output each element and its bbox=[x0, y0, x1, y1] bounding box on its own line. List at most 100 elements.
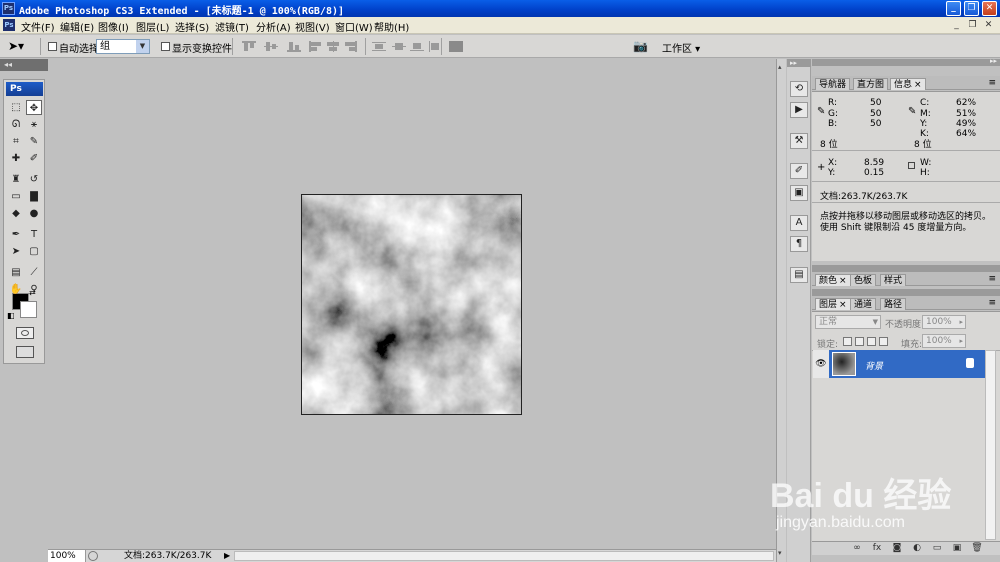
status-play-icon[interactable]: ▶ bbox=[224, 551, 230, 560]
opacity-field[interactable]: 100% ▸ bbox=[922, 315, 966, 329]
layers-scrollbar[interactable] bbox=[985, 350, 996, 540]
zoom-field[interactable]: 100% bbox=[48, 550, 86, 562]
type-tool[interactable]: T bbox=[26, 227, 42, 242]
add-mask-icon[interactable]: ◙ bbox=[890, 543, 904, 553]
tab-info[interactable]: 信息 × bbox=[890, 78, 926, 90]
align-hcenter-icon[interactable] bbox=[326, 41, 340, 52]
brushes-panel-icon[interactable]: ✐ bbox=[790, 163, 808, 179]
menu-help[interactable]: 帮助(H) bbox=[374, 19, 409, 34]
close-icon[interactable]: × bbox=[839, 300, 847, 310]
history-brush-tool[interactable]: ↺ bbox=[26, 172, 42, 187]
background-color-swatch[interactable] bbox=[20, 301, 37, 318]
dock-collapse-strip[interactable]: ▸▸ bbox=[787, 59, 811, 67]
fill-field[interactable]: 100% ▸ bbox=[922, 334, 966, 348]
menu-window[interactable]: 窗口(W) bbox=[335, 19, 373, 34]
eraser-tool[interactable]: ▭ bbox=[8, 189, 24, 204]
doc-close-button[interactable]: ✕ bbox=[982, 19, 995, 32]
color-panel-header[interactable] bbox=[812, 265, 1000, 272]
doc-minimize-button[interactable]: _ bbox=[950, 19, 963, 32]
doc-restore-button[interactable]: ❐ bbox=[966, 19, 979, 32]
close-icon[interactable]: × bbox=[839, 276, 847, 286]
lasso-tool[interactable]: ᘏ bbox=[8, 117, 24, 132]
menu-analysis[interactable]: 分析(A) bbox=[256, 19, 291, 34]
panel-menu-icon[interactable]: ≡ bbox=[988, 78, 996, 88]
tool-presets-icon[interactable]: ⚒ bbox=[790, 133, 808, 149]
document-canvas[interactable] bbox=[301, 194, 522, 415]
menu-file[interactable]: 文件(F) bbox=[21, 19, 55, 34]
path-selection-tool[interactable]: ➤ bbox=[8, 244, 24, 259]
eye-icon[interactable]: 👁 bbox=[813, 350, 829, 378]
eyedropper-icon[interactable]: ✎ bbox=[908, 106, 916, 117]
panel-menu-icon[interactable]: ≡ bbox=[988, 274, 996, 284]
lock-position-icon[interactable] bbox=[867, 337, 876, 346]
actions-panel-icon[interactable]: ▶ bbox=[790, 102, 808, 118]
tab-channels[interactable]: 通道 bbox=[850, 298, 877, 310]
photoshop-app-icon[interactable]: Ps bbox=[2, 2, 15, 15]
dodge-tool[interactable]: ● bbox=[26, 206, 42, 221]
slice-tool[interactable]: ✎ bbox=[26, 134, 42, 149]
toolbox-logo[interactable]: Ps bbox=[6, 82, 43, 96]
tab-styles[interactable]: 样式 bbox=[880, 274, 907, 286]
character-panel-icon[interactable]: A bbox=[790, 215, 808, 231]
tab-swatches[interactable]: 色板 bbox=[850, 274, 877, 286]
quick-mask-icon[interactable] bbox=[16, 327, 34, 339]
tab-navigator[interactable]: 导航器 bbox=[815, 78, 851, 90]
layers-panel-header[interactable] bbox=[812, 289, 1000, 296]
menu-layer[interactable]: 图层(L) bbox=[136, 19, 169, 34]
magic-wand-tool[interactable]: ⚹ bbox=[26, 117, 42, 132]
notes-tool[interactable]: ▤ bbox=[8, 265, 24, 280]
menu-image[interactable]: 图像(I) bbox=[98, 19, 129, 34]
status-menu-icon[interactable] bbox=[88, 551, 98, 561]
distribute-vcenter-icon[interactable] bbox=[392, 41, 406, 52]
lock-all-icon[interactable] bbox=[879, 337, 888, 346]
menu-select[interactable]: 选择(S) bbox=[175, 19, 209, 34]
screen-mode-icon[interactable] bbox=[16, 346, 34, 358]
align-vcenter-icon[interactable] bbox=[264, 41, 278, 52]
default-colors-icon[interactable]: ◧ bbox=[7, 311, 15, 320]
align-right-icon[interactable] bbox=[343, 41, 357, 52]
layer-comps-icon[interactable]: ▤ bbox=[790, 267, 808, 283]
align-top-icon[interactable] bbox=[242, 41, 256, 52]
navigator-panel-header[interactable]: ▸▸ bbox=[812, 57, 1000, 66]
move-tool-preset-icon[interactable]: ➤▾ bbox=[8, 39, 24, 53]
panel-menu-icon[interactable]: ≡ bbox=[988, 298, 996, 308]
layer-row-background[interactable]: 👁 背景 bbox=[813, 350, 985, 378]
layer-style-icon[interactable]: fx bbox=[870, 543, 884, 553]
move-tool[interactable]: ✥ bbox=[26, 100, 42, 115]
workspace-button[interactable]: 工作区 ▾ bbox=[662, 40, 700, 55]
align-bottom-icon[interactable] bbox=[287, 41, 301, 52]
hand-tool[interactable]: ✋ bbox=[8, 282, 24, 297]
lock-transparent-icon[interactable] bbox=[843, 337, 852, 346]
chevron-down-icon[interactable]: ▼ bbox=[136, 40, 149, 53]
horizontal-scrollbar[interactable] bbox=[234, 551, 774, 561]
distribute-left-icon[interactable] bbox=[428, 41, 442, 52]
document-icon[interactable]: Ps bbox=[3, 19, 15, 31]
zoom-tool[interactable]: ⚲ bbox=[26, 282, 42, 297]
crop-tool[interactable]: ⌗ bbox=[8, 134, 24, 149]
menu-edit[interactable]: 编辑(E) bbox=[60, 19, 94, 34]
align-left-icon[interactable] bbox=[309, 41, 323, 52]
layer-name[interactable]: 背景 bbox=[865, 359, 883, 372]
brush-tool[interactable]: ✐ bbox=[26, 151, 42, 166]
trash-icon[interactable]: 🗑 bbox=[970, 543, 984, 553]
auto-align-layers-icon[interactable] bbox=[449, 41, 463, 52]
pen-tool[interactable]: ✒ bbox=[8, 227, 24, 242]
adjustment-layer-icon[interactable]: ◐ bbox=[910, 543, 924, 553]
blur-tool[interactable]: ◆ bbox=[8, 206, 24, 221]
tab-histogram[interactable]: 直方图 bbox=[853, 78, 889, 90]
clone-source-icon[interactable]: ▣ bbox=[790, 185, 808, 201]
auto-select-checkbox[interactable] bbox=[48, 42, 57, 51]
clone-stamp-tool[interactable]: ♜ bbox=[8, 172, 24, 187]
distribute-bottom-icon[interactable] bbox=[410, 41, 424, 52]
minimize-button[interactable]: _ bbox=[946, 1, 961, 16]
tab-paths[interactable]: 路径 bbox=[880, 298, 907, 310]
eyedropper-tool[interactable]: ⟋ bbox=[26, 265, 42, 280]
show-transform-checkbox[interactable] bbox=[161, 42, 170, 51]
tab-layers[interactable]: 图层 × bbox=[815, 298, 851, 310]
shape-tool[interactable]: ▢ bbox=[26, 244, 42, 259]
link-layers-icon[interactable]: ∞ bbox=[850, 543, 864, 553]
menu-view[interactable]: 视图(V) bbox=[295, 19, 330, 34]
gradient-tool[interactable]: ▇ bbox=[26, 189, 42, 204]
tab-color[interactable]: 颜色 × bbox=[815, 274, 851, 286]
close-icon[interactable]: × bbox=[914, 80, 922, 90]
